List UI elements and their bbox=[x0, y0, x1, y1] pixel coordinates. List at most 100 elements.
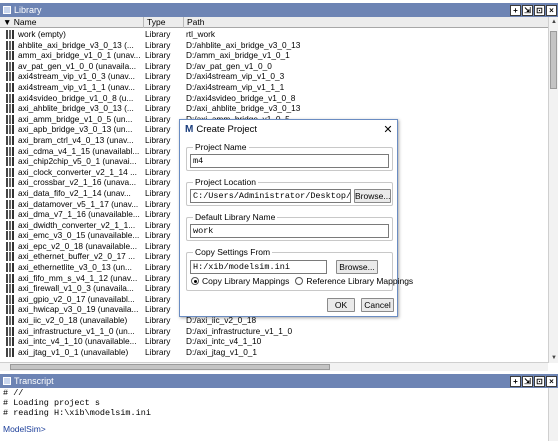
library-row-type: Library bbox=[145, 166, 171, 177]
add-pane-icon[interactable]: + bbox=[510, 375, 521, 387]
scroll-thumb[interactable] bbox=[550, 31, 557, 89]
library-row-name: axi4svideo_bridge_v1_0_8 (u... bbox=[18, 92, 134, 103]
transcript-pane-header: Transcript + ⇲ ⊡ × bbox=[0, 374, 558, 388]
library-book-icon bbox=[6, 51, 15, 61]
library-row-name: axi_firewall_v1_0_3 (unavaila... bbox=[18, 283, 134, 294]
library-book-icon bbox=[6, 199, 15, 209]
library-row-path: D:/axi_infrastructure_v1_1_0 bbox=[186, 325, 293, 336]
library-book-icon bbox=[6, 125, 15, 135]
library-row-type: Library bbox=[145, 145, 171, 156]
library-row-name: work (empty) bbox=[18, 29, 66, 39]
close-icon[interactable]: × bbox=[546, 375, 557, 387]
library-row[interactable]: amm_axi_bridge_v1_0_1 (unav... Library D:/… bbox=[0, 50, 548, 61]
library-book-icon bbox=[6, 252, 15, 262]
library-row-name: axi_apb_bridge_v3_0_13 (un... bbox=[18, 124, 133, 135]
library-book-icon bbox=[6, 167, 15, 177]
column-name[interactable]: ▼ Name bbox=[0, 17, 144, 28]
library-row-type: Library bbox=[145, 39, 171, 50]
copy-settings-label: Copy Settings From bbox=[193, 247, 273, 257]
library-vertical-scrollbar[interactable]: ▲ ▼ bbox=[548, 17, 558, 363]
library-pane-header: Library + ⇲ ⊡ × bbox=[0, 3, 558, 17]
library-row[interactable]: axi4stream_vip_v1_1_1 (unav... Library D:/… bbox=[0, 82, 548, 93]
library-pane-title: Library bbox=[14, 5, 42, 15]
undock-icon[interactable]: ⊡ bbox=[534, 4, 545, 16]
library-row-name: axi_ethernetlite_v3_0_13 (un... bbox=[18, 262, 132, 273]
library-book-icon bbox=[6, 114, 15, 124]
library-row-type: Library bbox=[145, 262, 171, 273]
library-row-path: D:/axi_intc_v4_1_10 bbox=[186, 336, 262, 347]
project-location-group: Project Location C:/Users/Administrator/… bbox=[186, 177, 393, 206]
hscroll-thumb[interactable] bbox=[10, 364, 330, 370]
library-row-type: Library bbox=[145, 293, 171, 304]
dock-icon[interactable]: ⇲ bbox=[522, 375, 533, 387]
project-name-input[interactable]: m4 bbox=[190, 154, 389, 168]
column-path[interactable]: Path bbox=[184, 17, 548, 28]
library-row-path: D:/axi4stream_vip_v1_0_3 bbox=[186, 71, 285, 82]
library-row[interactable]: axi_intc_v4_1_10 (unavailable... Library D… bbox=[0, 336, 548, 347]
library-book-icon bbox=[6, 337, 15, 347]
library-row-type: Library bbox=[145, 113, 171, 124]
library-book-icon bbox=[6, 104, 15, 114]
library-row-type: Library bbox=[145, 60, 171, 71]
library-row-name: axi_ahblite_bridge_v3_0_13 (... bbox=[18, 103, 134, 114]
transcript-scrollbar[interactable] bbox=[548, 388, 558, 441]
copy-library-mappings-radio[interactable] bbox=[191, 277, 199, 285]
library-row[interactable]: ahblite_axi_bridge_v3_0_13 (... Library D:… bbox=[0, 40, 548, 51]
scroll-up-icon[interactable]: ▲ bbox=[549, 17, 558, 27]
dock-icon[interactable]: ⇲ bbox=[522, 4, 533, 16]
add-pane-icon[interactable]: + bbox=[510, 4, 521, 16]
library-book-icon bbox=[6, 210, 15, 220]
dialog-close-icon[interactable]: ✕ bbox=[379, 123, 397, 136]
ok-button[interactable]: OK bbox=[327, 298, 355, 312]
library-row-path: D:/axi4stream_vip_v1_1_1 bbox=[186, 81, 285, 92]
default-library-input[interactable]: work bbox=[190, 224, 389, 238]
scroll-down-icon[interactable]: ▼ bbox=[549, 353, 558, 363]
library-row-name: axi4stream_vip_v1_0_3 (unav... bbox=[18, 71, 135, 82]
library-row[interactable]: axi_ahblite_bridge_v3_0_13 (... Library D:… bbox=[0, 103, 548, 114]
library-row-name: axi_datamover_v5_1_17 (unav... bbox=[18, 198, 139, 209]
copy-library-mappings-label[interactable]: Copy Library Mappings bbox=[202, 276, 289, 286]
library-row-name: axi_dwidth_converter_v2_1_1... bbox=[18, 219, 136, 230]
location-browse-button[interactable]: Browse... bbox=[354, 189, 391, 203]
library-row[interactable]: axi_infrastructure_v1_1_0 (un... Library D… bbox=[0, 326, 548, 337]
library-row-name: axi_epc_v2_0_18 (unavailable... bbox=[18, 240, 138, 251]
default-library-label: Default Library Name bbox=[193, 212, 278, 222]
settings-browse-button[interactable]: Browse... bbox=[336, 260, 378, 274]
library-row-type: Library bbox=[145, 134, 171, 145]
project-location-input[interactable]: C:/Users/Administrator/Desktop/ge: bbox=[190, 189, 351, 203]
reference-library-mappings-radio[interactable] bbox=[295, 277, 304, 285]
project-name-group: Project Name m4 bbox=[186, 142, 393, 171]
library-row[interactable]: axi4svideo_bridge_v1_0_8 (u... Library D:/… bbox=[0, 93, 548, 104]
copy-settings-input[interactable]: H:/xib/modelsim.ini bbox=[190, 260, 327, 274]
library-book-icon bbox=[6, 316, 15, 326]
library-row-name: axi_intc_v4_1_10 (unavailable... bbox=[18, 336, 137, 347]
library-row-name: axi_ethernet_buffer_v2_0_17 ... bbox=[18, 251, 136, 262]
transcript-console[interactable]: # // # Loading project s # reading H:\xi… bbox=[0, 388, 548, 441]
library-row[interactable]: work (empty) Library rtl_work bbox=[0, 29, 548, 40]
library-book-icon bbox=[6, 241, 15, 251]
library-book-icon bbox=[6, 146, 15, 156]
library-row[interactable]: av_pat_gen_v1_0_0 (unavaila... Library D:/… bbox=[0, 61, 548, 72]
undock-icon[interactable]: ⊡ bbox=[534, 375, 545, 387]
cancel-button[interactable]: Cancel bbox=[361, 298, 394, 312]
library-row-name: axi_amm_bridge_v1_0_5 (un... bbox=[18, 113, 133, 124]
library-row-type: Library bbox=[145, 230, 171, 241]
library-book-icon bbox=[6, 231, 15, 241]
reference-library-mappings-label[interactable]: Reference Library Mappings bbox=[306, 276, 413, 286]
transcript-line: # // bbox=[3, 388, 24, 398]
library-icon bbox=[3, 6, 11, 14]
library-book-icon bbox=[6, 305, 15, 315]
library-row-type: Library bbox=[145, 346, 171, 357]
library-row-type: Library bbox=[145, 50, 171, 61]
close-icon[interactable]: × bbox=[546, 4, 557, 16]
transcript-prompt[interactable]: ModelSim> bbox=[0, 424, 548, 434]
library-row-type: Library bbox=[145, 209, 171, 220]
library-row[interactable]: axi_jtag_v1_0_1 (unavailable) Library D:/a… bbox=[0, 347, 548, 358]
library-horizontal-scrollbar[interactable] bbox=[0, 362, 548, 371]
library-row-type: Library bbox=[145, 71, 171, 82]
library-row-type: Library bbox=[145, 81, 171, 92]
library-book-icon bbox=[6, 40, 15, 50]
library-row[interactable]: axi4stream_vip_v1_0_3 (unav... Library D:/… bbox=[0, 71, 548, 82]
column-type[interactable]: Type bbox=[144, 17, 184, 28]
library-row-name: axi_dma_v7_1_16 (unavailable... bbox=[18, 209, 140, 220]
